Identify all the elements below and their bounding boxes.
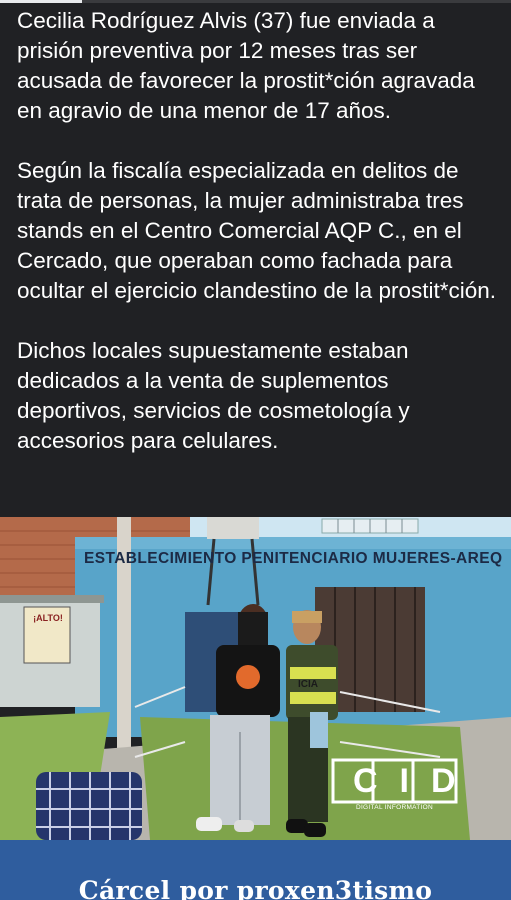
news-photo: ESTABLECIMIENTO PENITENCIARIO MUJERES-AR… <box>0 517 511 840</box>
door-sign: ¡ALTO! <box>33 613 63 623</box>
headline-card: Cárcel por proxen3tismo <box>0 840 511 900</box>
story-progress-bar <box>0 0 511 3</box>
story-progress-fill <box>0 0 82 3</box>
post-paragraph: Según la fiscalía especializada en delit… <box>17 158 497 303</box>
card-title: Cárcel por proxen3tismo <box>78 876 433 900</box>
post-text: Cecilia Rodríguez Alvis (37) fue enviada… <box>17 6 502 456</box>
building-sign: ESTABLECIMIENTO PENITENCIARIO MUJERES-AR… <box>84 550 503 567</box>
cid-watermark-logo: CID <box>353 762 478 800</box>
police-vest-text: ICIA <box>298 679 318 690</box>
cid-watermark-caption: DIGITAL INFORMATION <box>355 804 434 811</box>
post-paragraph: Cecilia Rodríguez Alvis (37) fue enviada… <box>17 8 475 123</box>
post-paragraph: Dichos locales supuestamente estaban ded… <box>17 338 410 453</box>
